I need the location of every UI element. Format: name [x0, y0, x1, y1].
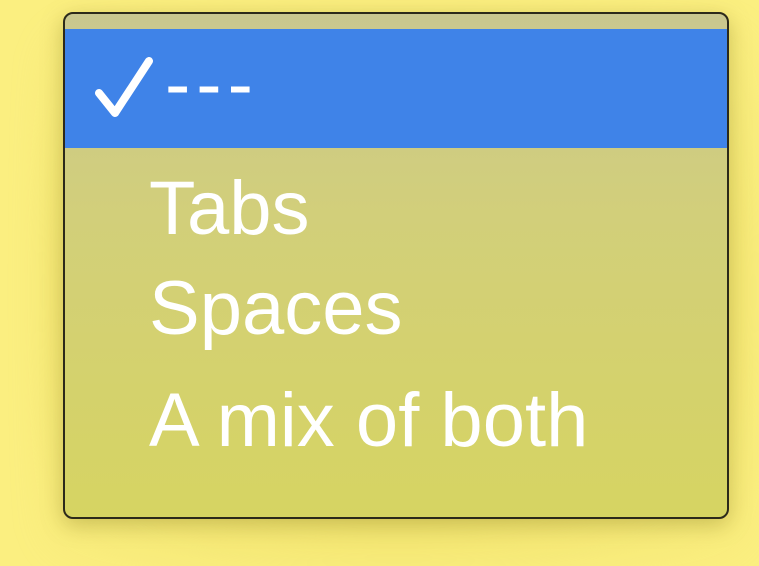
menu-item-label: Tabs [149, 166, 310, 251]
menu-item-none[interactable]: --- [65, 29, 727, 148]
checkmark-icon [95, 57, 153, 117]
menu-item-label: --- [165, 42, 259, 127]
menu-item-label: Spaces [149, 266, 403, 351]
page-background: --- Tabs Spaces A mix of both [0, 0, 759, 566]
menu-item-mix-of-both[interactable]: A mix of both [65, 369, 727, 489]
dropdown-menu: --- Tabs Spaces A mix of both [63, 12, 729, 519]
menu-item-tabs[interactable]: Tabs [65, 149, 727, 259]
menu-item-spaces[interactable]: Spaces [65, 259, 727, 369]
menu-item-label: A mix of both [149, 378, 589, 463]
